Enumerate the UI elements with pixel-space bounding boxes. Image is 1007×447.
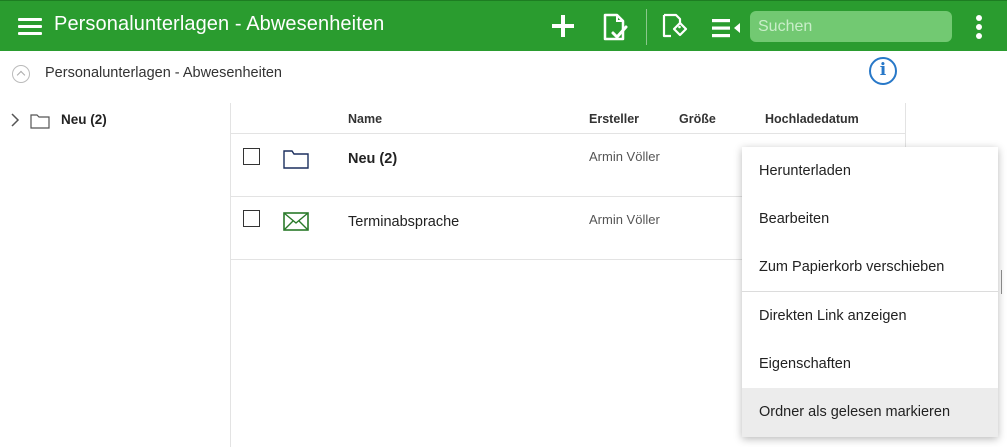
- folder-tree: Neu (2): [0, 103, 231, 447]
- menu-item-properties[interactable]: Eigenschaften: [742, 340, 998, 388]
- tree-item-label: Neu (2): [61, 112, 107, 127]
- menu-item-download[interactable]: Herunterladen: [742, 147, 998, 195]
- column-header-upload-date[interactable]: Hochladedatum: [765, 112, 859, 126]
- collapse-up-icon[interactable]: [12, 65, 30, 83]
- app-title: Personalunterlagen - Abwesenheiten: [54, 13, 385, 35]
- info-icon[interactable]: i: [869, 57, 897, 85]
- table-header: Name Ersteller Größe Hochladedatum: [231, 103, 906, 134]
- menu-item-move-to-trash[interactable]: Zum Papierkorb verschieben: [742, 243, 998, 291]
- file-name[interactable]: Terminabsprache: [348, 214, 459, 230]
- column-header-size[interactable]: Größe: [679, 112, 716, 126]
- column-header-creator[interactable]: Ersteller: [589, 112, 639, 126]
- envelope-icon: [283, 211, 309, 233]
- column-header-name[interactable]: Name: [348, 112, 382, 126]
- top-app-bar: Personalunterlagen - Abwesenheiten: [0, 0, 1007, 51]
- file-creator: Armin Völler: [589, 212, 660, 227]
- breadcrumb: Personalunterlagen - Abwesenheiten: [0, 51, 1007, 96]
- context-menu: Herunterladen Bearbeiten Zum Papierkorb …: [742, 147, 998, 437]
- menu-item-mark-folder-read[interactable]: Ordner als gelesen markieren: [742, 388, 998, 437]
- list-sort-icon[interactable]: [710, 17, 746, 39]
- folder-icon: [283, 149, 309, 171]
- tag-edit-icon[interactable]: [660, 12, 688, 40]
- folder-icon: [30, 113, 50, 129]
- menu-icon[interactable]: [18, 18, 42, 36]
- menu-item-show-direct-link[interactable]: Direkten Link anzeigen: [742, 292, 998, 340]
- search-input[interactable]: [750, 11, 952, 42]
- toolbar-divider: [646, 9, 647, 45]
- scroll-edge-indicator: [1001, 270, 1007, 294]
- file-name[interactable]: Neu (2): [348, 151, 397, 167]
- breadcrumb-text[interactable]: Personalunterlagen - Abwesenheiten: [45, 65, 282, 81]
- menu-item-edit[interactable]: Bearbeiten: [742, 195, 998, 243]
- document-check-icon[interactable]: [600, 12, 630, 42]
- kebab-menu-icon[interactable]: [972, 15, 986, 41]
- tree-item-neu[interactable]: Neu (2): [8, 111, 218, 131]
- file-creator: Armin Völler: [589, 149, 660, 164]
- chevron-right-icon[interactable]: [10, 113, 20, 127]
- row-checkbox[interactable]: [243, 210, 260, 227]
- plus-icon[interactable]: [548, 11, 578, 41]
- row-checkbox[interactable]: [243, 148, 260, 165]
